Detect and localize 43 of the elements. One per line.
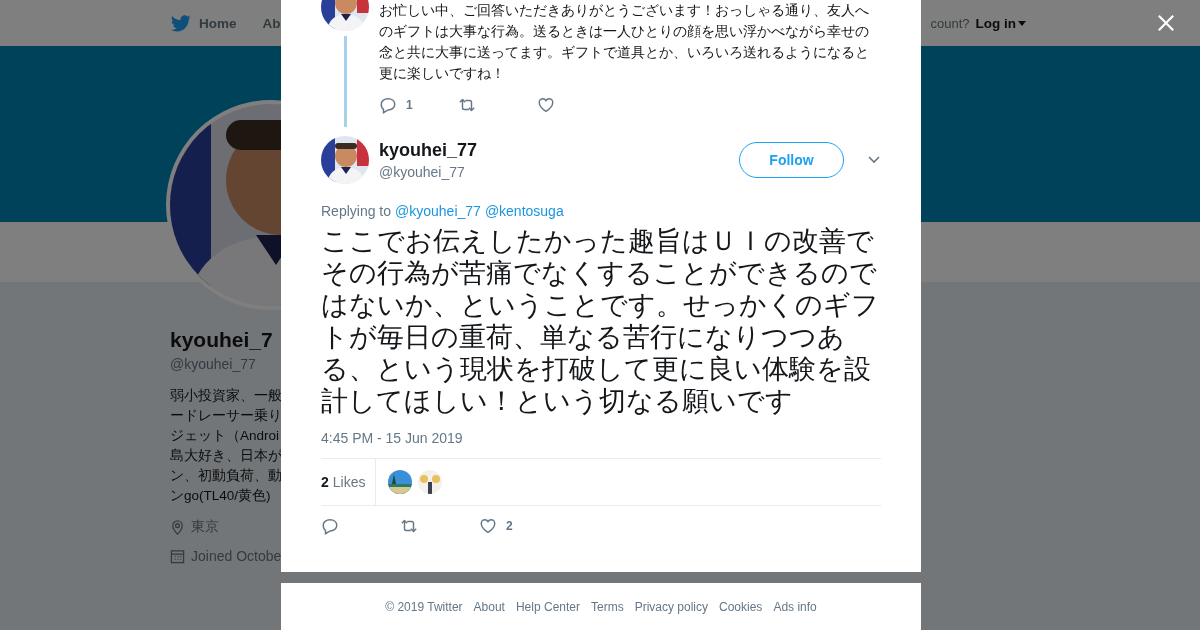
home-link[interactable]: Home <box>199 15 237 31</box>
profile-handle: @kyouhei_77 <box>170 356 257 372</box>
login-link[interactable]: Log in <box>975 15 1016 31</box>
joined-date: Joined Octobe <box>191 548 282 564</box>
tweet-text: お忙しい中、ご回答いただきありがとうございます！おっしゃる通り、友人へのギフトは大事な行為。送るときは一人ひとりの顔を思い浮かべながら幸せの念と共に大事に送ってます。ギフトで道具とか、いろいろ送れるようになると更に楽しいですね！ <box>379 1 870 83</box>
likes-count[interactable]: 2 Likes <box>321 459 377 505</box>
footer-link[interactable]: Ads info <box>773 599 817 614</box>
chevron-icon[interactable] <box>868 156 880 164</box>
user-handle[interactable]: @kyouhei_77 <box>379 164 729 180</box>
bio-line: ン、初動負荷、動 <box>170 467 282 485</box>
calendar-icon <box>170 548 185 564</box>
footer-link[interactable]: About <box>473 599 505 614</box>
nav-link[interactable]: Ab <box>262 15 281 31</box>
location-text: 東京 <box>191 518 219 536</box>
footer-link[interactable]: Cookies <box>719 599 763 614</box>
account-prompt: count? <box>930 15 970 31</box>
user-name[interactable]: kyouhei_77 <box>379 140 729 161</box>
footer-link[interactable]: Terms <box>591 599 624 614</box>
reply-icon[interactable] <box>379 96 397 114</box>
caret-icon[interactable] <box>1018 20 1026 26</box>
bio-line: 弱小投資家、一般 <box>170 387 282 405</box>
retweet-icon[interactable] <box>458 96 476 114</box>
bio-line: ンgo(TL40/黄色) <box>170 487 272 505</box>
footer-link[interactable]: Privacy policy <box>634 599 708 614</box>
mention-link[interactable]: @kyouhei_77 <box>395 203 481 219</box>
heart-icon[interactable] <box>479 517 497 535</box>
close-icon[interactable] <box>1157 14 1175 32</box>
location-icon <box>170 519 185 535</box>
follow-button[interactable]: Follow <box>739 142 844 178</box>
bio-line: ードレーサー乗り <box>170 407 282 425</box>
heart-icon[interactable] <box>537 96 555 114</box>
tweet-timestamp[interactable]: 4:45 PM - 15 Jun 2019 <box>321 430 881 446</box>
retweet-icon[interactable] <box>400 517 418 535</box>
reply-count: 1 <box>406 98 413 112</box>
replying-label: Replying to <box>321 203 392 219</box>
like-count: 2 <box>506 519 513 533</box>
profile-name: kyouhei_7 <box>170 328 274 352</box>
tweet-text: ここでお伝えしたかった趣旨はＵＩの改善でその行為が苦痛でなくすることができるのではないか、ということです。せっかくのギフトが毎日の重荷、単なる苦行になりつつある、という現状を打破して更に良い体験を設計してほしい！という切なる願いです <box>321 225 880 417</box>
reply-icon[interactable] <box>321 517 339 535</box>
footer-link[interactable]: © 2019 Twitter <box>385 599 463 614</box>
mention-link[interactable]: @kentosuga <box>484 203 564 219</box>
bio-line: ジェット（Androi <box>170 427 281 445</box>
footer-link[interactable]: Help Center <box>515 599 580 614</box>
